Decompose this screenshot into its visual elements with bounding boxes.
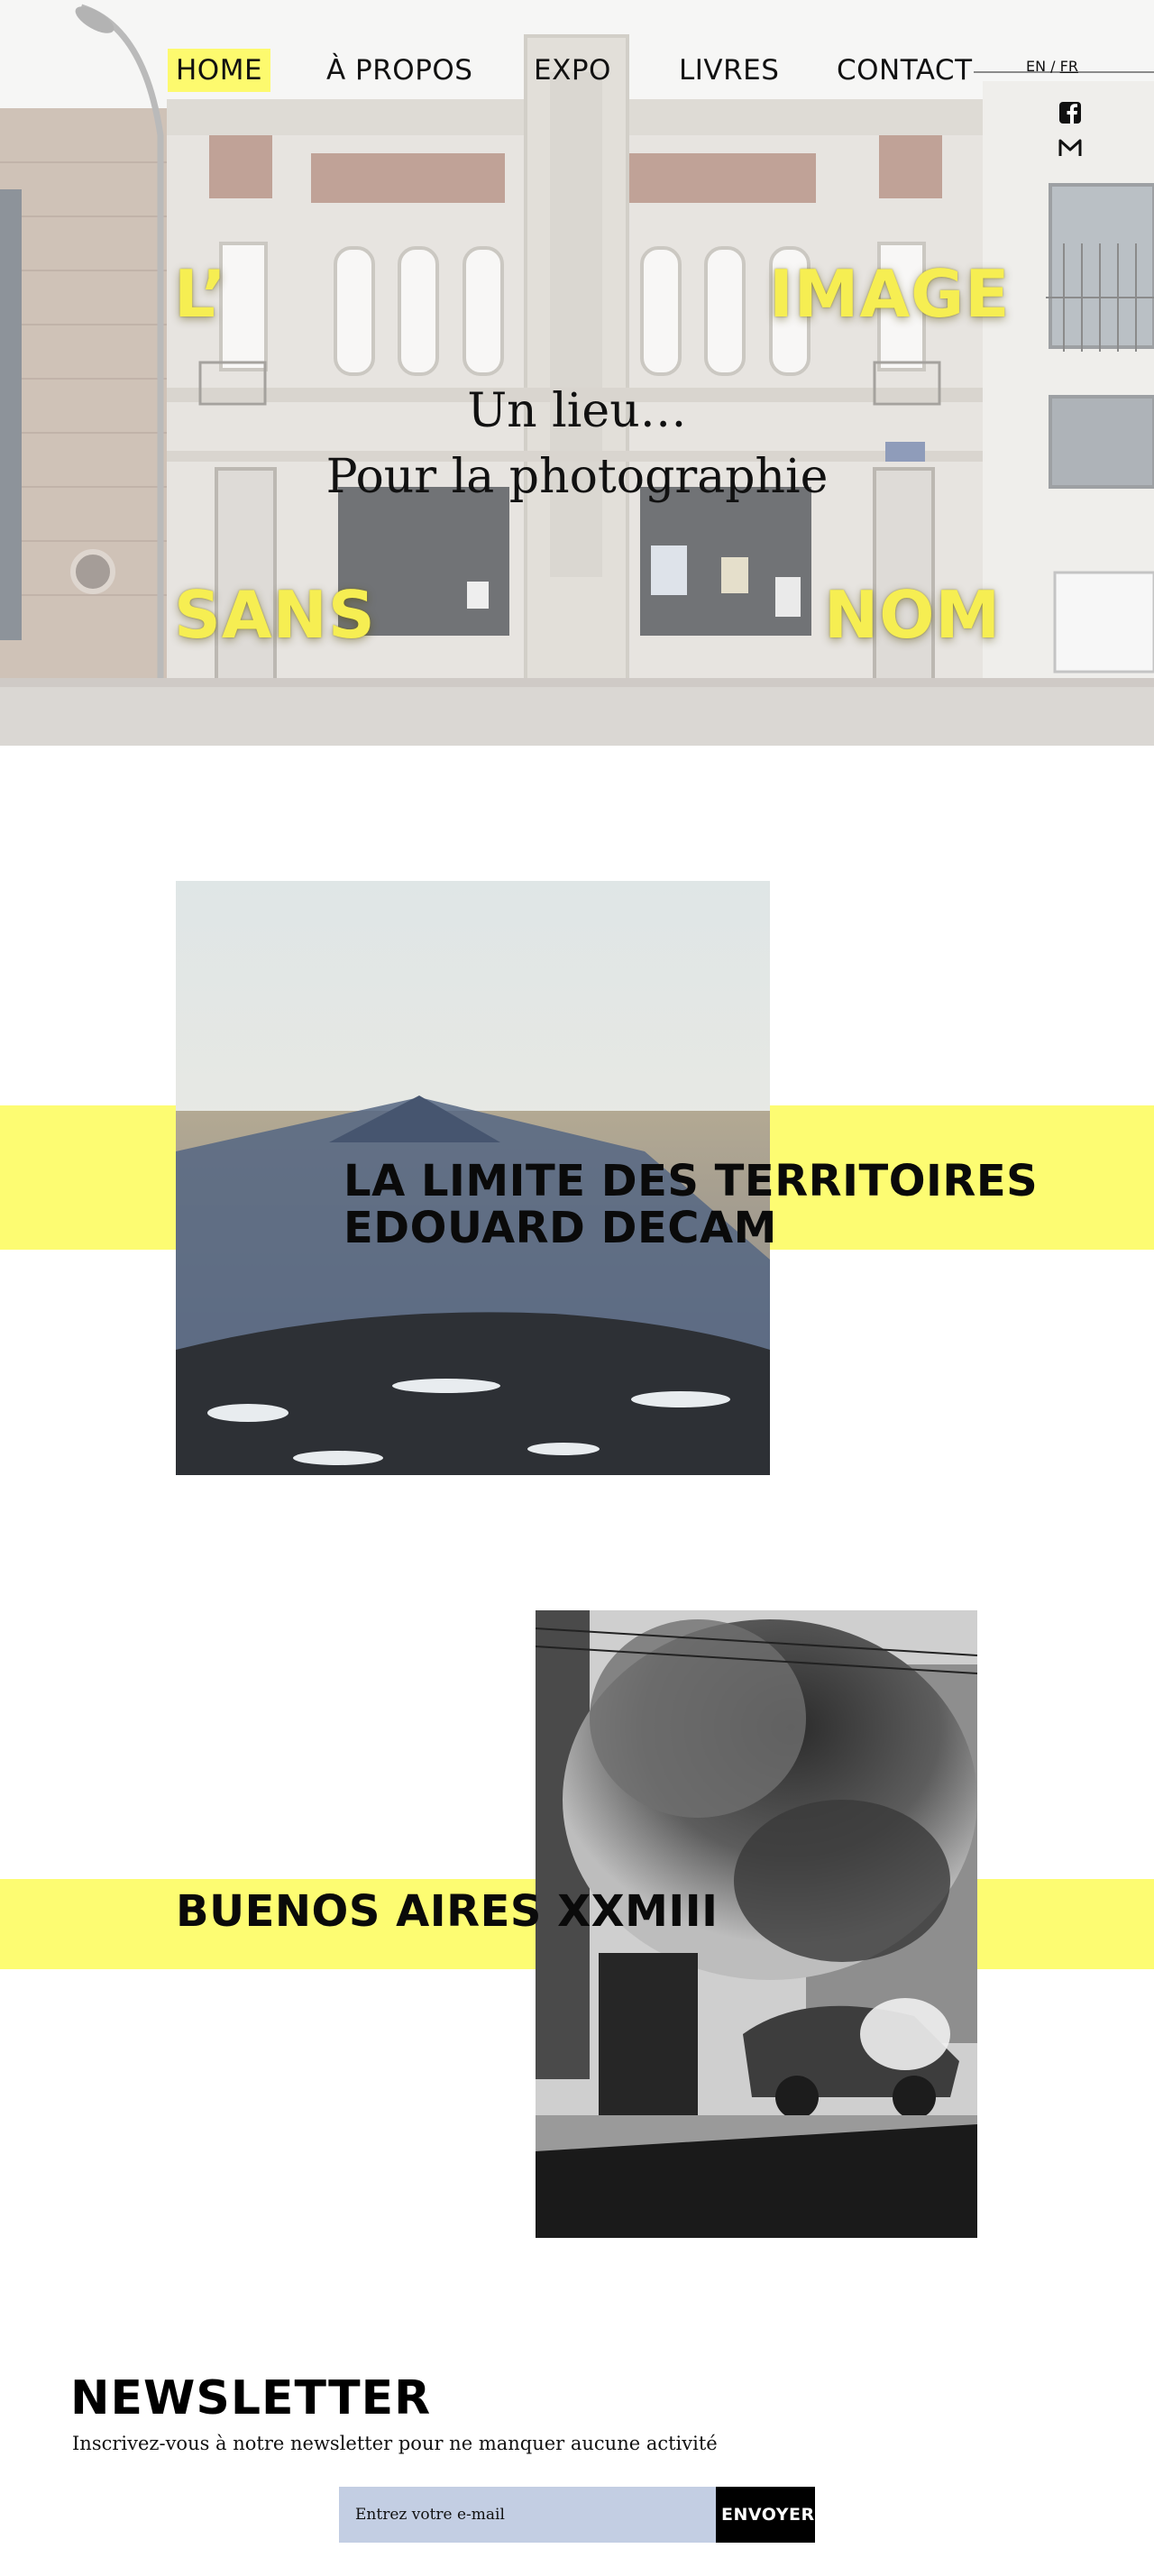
nav-contact[interactable]: CONTACT: [837, 49, 973, 92]
expo-title-2[interactable]: BUENOS AIRES XXMIII: [176, 1888, 719, 1935]
main-nav: HOME À PROPOS EXPO LIVRES CONTACT: [0, 49, 1154, 92]
lang-fr[interactable]: FR: [1060, 58, 1078, 75]
nav-a-propos[interactable]: À PROPOS: [326, 49, 472, 92]
nav-livres[interactable]: LIVRES: [679, 49, 779, 92]
expo-title-1-line2: EDOUARD DECAM: [343, 1203, 777, 1253]
newsletter-title: NEWSLETTER: [70, 2371, 432, 2425]
logo-word-l: L’: [174, 256, 227, 332]
logo-word-sans: SANS: [174, 577, 376, 653]
language-switcher: EN / FR: [1026, 58, 1078, 75]
lang-en[interactable]: EN: [1026, 58, 1046, 75]
expo-title-1-line1: LA LIMITE DES TERRITOIRES: [343, 1156, 1039, 1206]
nav-home[interactable]: HOME: [168, 49, 271, 92]
hero-banner: HOME À PROPOS EXPO LIVRES CONTACT EN / F…: [0, 0, 1154, 746]
newsletter-subtitle: Inscrivez-vous à notre newsletter pour n…: [72, 2433, 718, 2454]
newsletter-submit-button[interactable]: ENVOYER: [716, 2487, 815, 2543]
logo-word-image: IMAGE: [769, 256, 1011, 332]
expo-title-1[interactable]: LA LIMITE DES TERRITOIRES EDOUARD DECAM: [343, 1158, 1038, 1251]
hero-tagline-1: Un lieu…: [467, 384, 687, 438]
nav-expo[interactable]: EXPO: [534, 49, 611, 92]
mail-icon[interactable]: [1058, 136, 1082, 160]
hero-tagline-2: Pour la photographie: [325, 450, 829, 504]
logo-word-nom: NOM: [824, 577, 1002, 653]
facebook-icon[interactable]: [1058, 101, 1082, 124]
newsletter-email-input[interactable]: [339, 2487, 716, 2543]
lang-separator: /: [1050, 58, 1056, 75]
